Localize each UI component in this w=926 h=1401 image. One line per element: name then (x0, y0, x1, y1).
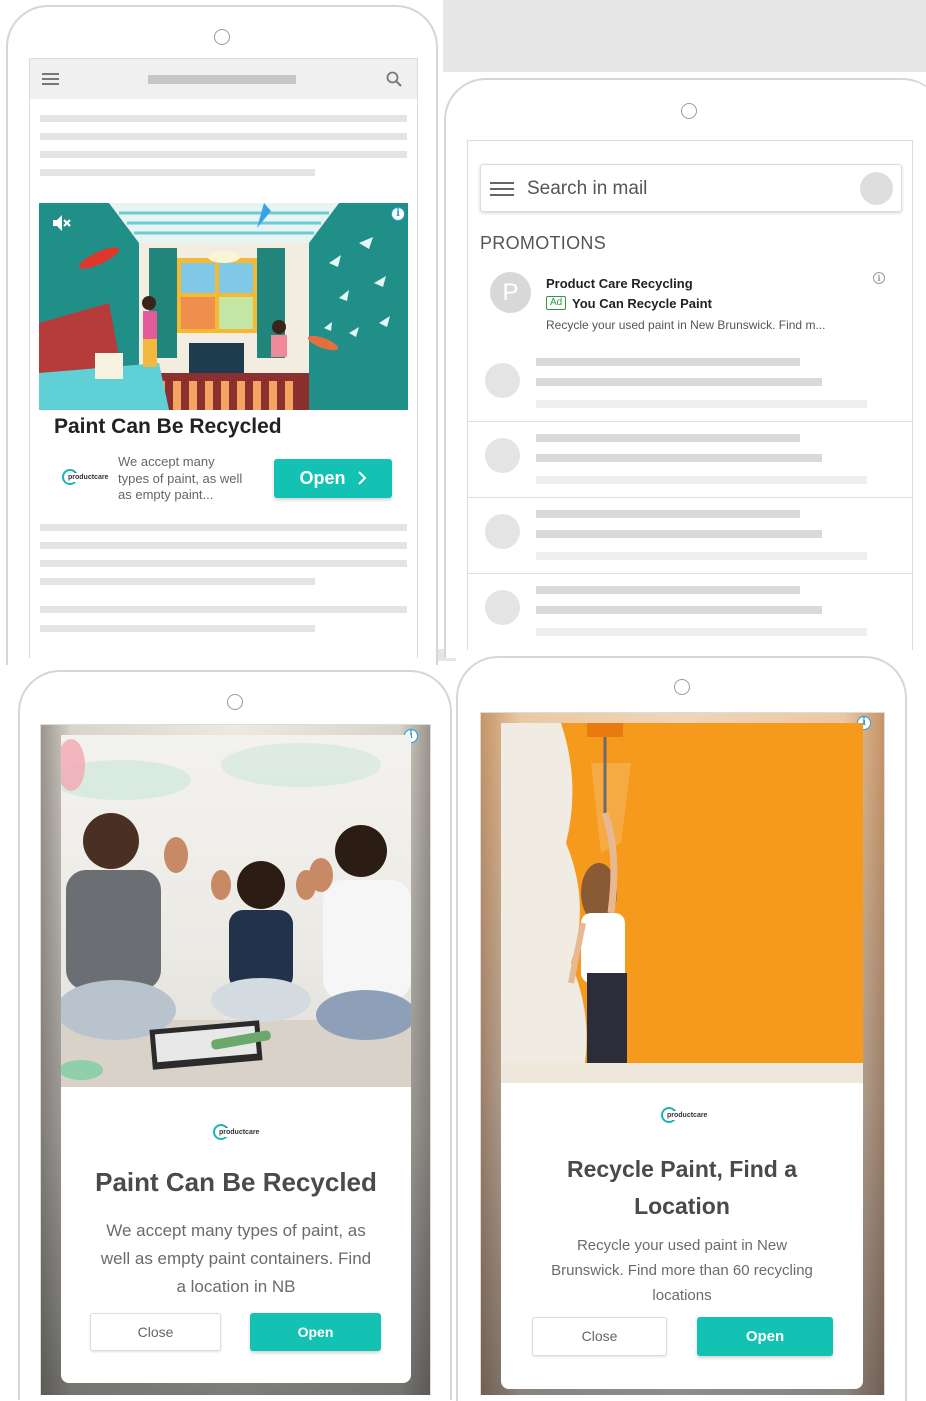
body-line: well as empty paint containers. Find (100, 1249, 372, 1268)
placeholder-line (536, 378, 822, 386)
advertiser-logo: productcare (62, 469, 111, 485)
account-avatar[interactable] (860, 172, 893, 205)
camera-icon (674, 679, 690, 695)
search-input[interactable]: Search in mail (527, 178, 647, 200)
headline-line: Recycle Paint, Find a (566, 1156, 798, 1182)
divider (468, 497, 912, 498)
email-snippet: Recycle your used paint in New Brunswick… (546, 318, 826, 332)
info-icon[interactable]: i (873, 272, 885, 284)
interstitial-body: Recycle your used paint in New Brunswick… (501, 1233, 863, 1308)
interstitial-headline: Recycle Paint, Find a Location (501, 1151, 863, 1225)
placeholder-line (40, 133, 407, 140)
open-button[interactable]: Open (250, 1313, 381, 1351)
placeholder-avatar (485, 363, 520, 398)
body-line: Brunswick. Find more than 60 recycling (551, 1262, 813, 1279)
interstitial-headline: Paint Can Be Recycled (95, 1167, 377, 1197)
placeholder-line (536, 552, 867, 560)
placeholder-line (536, 628, 867, 636)
section-label: PROMOTIONS (480, 233, 607, 253)
divider (468, 421, 912, 422)
body-line: Recycle your used paint in New (576, 1237, 788, 1254)
mute-icon[interactable] (51, 213, 71, 233)
ad-body-line: We accept many (118, 454, 215, 469)
placeholder-line (536, 510, 800, 518)
ad-image[interactable]: i (39, 203, 408, 410)
promo-email-row[interactable]: P Product Care Recycling Ad You Can Recy… (468, 266, 912, 346)
camera-icon (681, 103, 697, 119)
sender-name: Product Care Recycling (546, 276, 693, 291)
background-panel (443, 0, 926, 72)
chevron-right-icon (357, 471, 366, 485)
placeholder-avatar (485, 438, 520, 473)
placeholder-line (40, 524, 407, 531)
family-photo[interactable] (61, 735, 411, 1087)
family-photo-art (61, 739, 411, 1087)
advertiser-logo: productcare (661, 1107, 710, 1123)
ad-badge: Ad (546, 296, 567, 310)
phone2-screen: Search in mail PROMOTIONS P Product Care… (467, 140, 913, 650)
open-button[interactable]: Open (697, 1317, 833, 1356)
url-bar[interactable] (148, 75, 296, 84)
body-line: We accept many types of paint, as (106, 1221, 366, 1240)
room-illustration (39, 203, 408, 410)
placeholder-line (536, 434, 800, 442)
placeholder-line (536, 530, 822, 538)
placeholder-line (536, 586, 800, 594)
phone3-screen: i productcare Paint Can Be Recycled We a… (40, 724, 431, 1395)
placeholder-line (40, 115, 407, 122)
open-button-label: Open (299, 468, 346, 488)
placeholder-line (40, 578, 315, 585)
phone1-screen: i Paint Can Be Recycled productcare We a… (29, 58, 418, 658)
email-subject: You Can Recycle Paint (572, 296, 712, 311)
sender-avatar: P (490, 272, 531, 313)
phone4-screen: i productcare Recycle Paint, Find a Loca… (480, 712, 885, 1395)
headline-line: Location (634, 1193, 730, 1219)
painting-photo-art (501, 723, 863, 1083)
placeholder-avatar (485, 514, 520, 549)
open-button[interactable]: Open (274, 459, 392, 498)
body-line: locations (652, 1287, 712, 1304)
placeholder-line (40, 169, 315, 176)
placeholder-line (40, 151, 407, 158)
interstitial-body: We accept many types of paint, as well a… (61, 1217, 411, 1301)
placeholder-line (40, 625, 315, 632)
ad-body-line: types of paint, as well (118, 470, 243, 486)
placeholder-line (40, 542, 407, 549)
search-bar[interactable]: Search in mail (480, 164, 902, 212)
advertiser-logo: productcare (213, 1124, 262, 1140)
interstitial-card: productcare Paint Can Be Recycled We acc… (61, 735, 411, 1383)
ad-body-line: as empty paint... (118, 487, 214, 502)
placeholder-avatar (485, 590, 520, 625)
placeholder-line (536, 358, 800, 366)
search-icon[interactable] (386, 71, 402, 87)
close-button[interactable]: Close (532, 1317, 667, 1356)
placeholder-line (536, 454, 822, 462)
body-line: a location in NB (176, 1277, 296, 1296)
placeholder-line (40, 560, 407, 567)
hamburger-icon[interactable] (42, 73, 59, 85)
placeholder-line (536, 476, 867, 484)
painting-photo[interactable] (501, 723, 863, 1083)
top-bar (30, 59, 417, 99)
placeholder-line (536, 400, 867, 408)
close-button[interactable]: Close (90, 1313, 221, 1351)
ad-headline[interactable]: Paint Can Be Recycled (54, 415, 282, 439)
placeholder-line (40, 606, 407, 613)
placeholder-line (536, 606, 822, 614)
interstitial-card: productcare Recycle Paint, Find a Locati… (501, 723, 863, 1389)
ad-body: We accept many types of paint, as well a… (118, 454, 268, 504)
info-icon[interactable]: i (391, 207, 405, 221)
camera-icon (214, 29, 230, 45)
divider (468, 573, 912, 574)
camera-icon (227, 694, 243, 710)
hamburger-icon[interactable] (490, 182, 514, 196)
